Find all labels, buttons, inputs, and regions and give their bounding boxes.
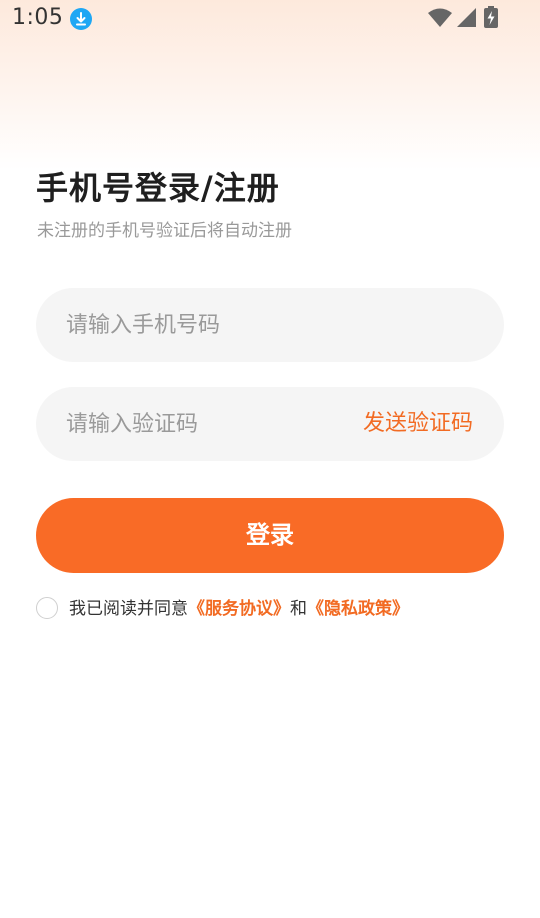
- service-agreement-link[interactable]: 《服务协议》: [188, 599, 290, 619]
- agreement-checkbox[interactable]: [36, 597, 58, 619]
- agreement-text: 我已阅读并同意《服务协议》和《隐私政策》: [69, 596, 409, 622]
- phone-field-container: [36, 288, 504, 362]
- agreement-connector: 和: [290, 599, 307, 619]
- code-field-container: 发送验证码: [36, 387, 504, 461]
- phone-input[interactable]: [66, 288, 356, 362]
- download-icon: [70, 8, 92, 30]
- battery-charging-icon: [484, 6, 498, 32]
- send-code-button[interactable]: 发送验证码: [363, 387, 473, 461]
- privacy-policy-link[interactable]: 《隐私政策》: [307, 599, 409, 619]
- status-bar: 1:05: [0, 0, 540, 38]
- page-subtitle: 未注册的手机号验证后将自动注册: [37, 221, 292, 241]
- verification-code-input[interactable]: [66, 387, 356, 461]
- page-title: 手机号登录/注册: [36, 169, 280, 207]
- status-time: 1:05: [12, 5, 64, 30]
- login-button[interactable]: 登录: [36, 498, 504, 573]
- agreement-prefix: 我已阅读并同意: [69, 599, 188, 619]
- wifi-icon: [428, 8, 452, 32]
- signal-icon: [456, 8, 476, 32]
